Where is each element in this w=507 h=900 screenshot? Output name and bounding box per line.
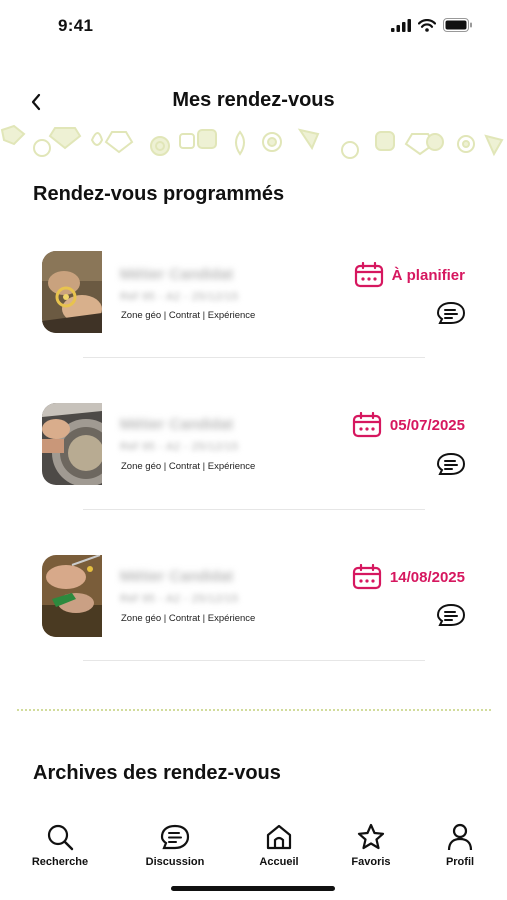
- calendar-icon: [354, 262, 383, 288]
- status-icons: [391, 18, 473, 32]
- tab-label: Profil: [445, 856, 475, 868]
- tab-label: Favoris: [351, 856, 391, 868]
- appointment-chat-button[interactable]: [436, 301, 466, 325]
- calendar-icon: [352, 412, 382, 438]
- calendar-icon: [352, 564, 382, 590]
- search-icon: [47, 824, 74, 851]
- tab-profil[interactable]: Profil: [420, 822, 500, 868]
- appointment-status-label: 05/07/2025: [389, 416, 465, 434]
- appointment-reference: Réf 95 - A2 - 25/12/15: [120, 441, 239, 453]
- appointment-reference: Réf 95 - A2 - 25/12/15: [120, 291, 239, 303]
- tab-recherche[interactable]: Recherche: [20, 822, 100, 868]
- home-indicator: [171, 886, 335, 891]
- appointment-chat-button[interactable]: [436, 452, 466, 476]
- appointment-meta: Zone géo | Contrat | Expérience: [121, 613, 256, 624]
- profile-icon: [447, 823, 473, 851]
- signal-icon: [391, 18, 411, 32]
- page-title: Mes rendez-vous: [172, 89, 335, 111]
- battery-icon: [443, 18, 472, 32]
- appointment-thumbnail: [42, 251, 102, 333]
- appointment-status[interactable]: À planifier: [354, 262, 465, 288]
- section-title-archives[interactable]: Archives des rendez-vous: [33, 762, 281, 785]
- star-icon: [357, 823, 385, 850]
- tab-favoris[interactable]: Favoris: [331, 822, 411, 868]
- appointment-meta: Zone géo | Contrat | Expérience: [121, 461, 256, 472]
- appointment-status[interactable]: 05/07/2025: [352, 412, 465, 438]
- appointment-name: Métier Candidat: [120, 568, 234, 585]
- appointment-status-label: À planifier: [391, 266, 465, 284]
- jewel-decoration-band: [0, 124, 504, 159]
- card-divider: [83, 660, 425, 661]
- tab-label: Discussion: [145, 856, 205, 868]
- appointment-status-label: 14/08/2025: [389, 568, 465, 586]
- card-divider: [83, 357, 425, 358]
- tab-label: Recherche: [31, 856, 89, 868]
- wifi-icon: [418, 18, 436, 32]
- status-bar: 9:41: [0, 0, 507, 52]
- section-title-scheduled: Rendez-vous programmés: [33, 183, 285, 205]
- card-divider: [83, 509, 425, 510]
- appointment-name: Métier Candidat: [120, 266, 234, 283]
- tab-accueil[interactable]: Accueil: [239, 822, 319, 868]
- status-time: 9:41: [58, 16, 94, 35]
- chat-icon: [160, 824, 190, 850]
- appointment-card[interactable]: Métier Candidat Réf 95 - A2 - 25/12/15 Z…: [0, 240, 507, 350]
- appointment-meta: Zone géo | Contrat | Expérience: [121, 310, 256, 321]
- appointment-reference: Réf 95 - A2 - 25/12/15: [120, 593, 239, 605]
- appointment-card[interactable]: Métier Candidat Réf 95 - A2 - 25/12/15 Z…: [0, 544, 507, 654]
- appointment-status[interactable]: 14/08/2025: [352, 564, 465, 590]
- tab-bar: Recherche Discussion Accueil Favoris Pro…: [0, 822, 507, 882]
- chat-icon: [436, 301, 466, 324]
- chat-icon: [436, 452, 466, 475]
- appointment-card[interactable]: Métier Candidat Réf 95 - A2 - 25/12/15 Z…: [0, 392, 507, 502]
- section-separator: [17, 709, 491, 711]
- appointment-chat-button[interactable]: [436, 603, 466, 627]
- appointment-thumbnail: [42, 555, 102, 637]
- nav-header: Mes rendez-vous: [0, 84, 507, 120]
- tab-discussion[interactable]: Discussion: [135, 822, 215, 868]
- appointment-name: Métier Candidat: [120, 416, 234, 433]
- chat-icon: [436, 603, 466, 626]
- tab-label: Accueil: [259, 856, 299, 868]
- home-icon: [266, 824, 292, 850]
- appointment-thumbnail: [42, 403, 102, 485]
